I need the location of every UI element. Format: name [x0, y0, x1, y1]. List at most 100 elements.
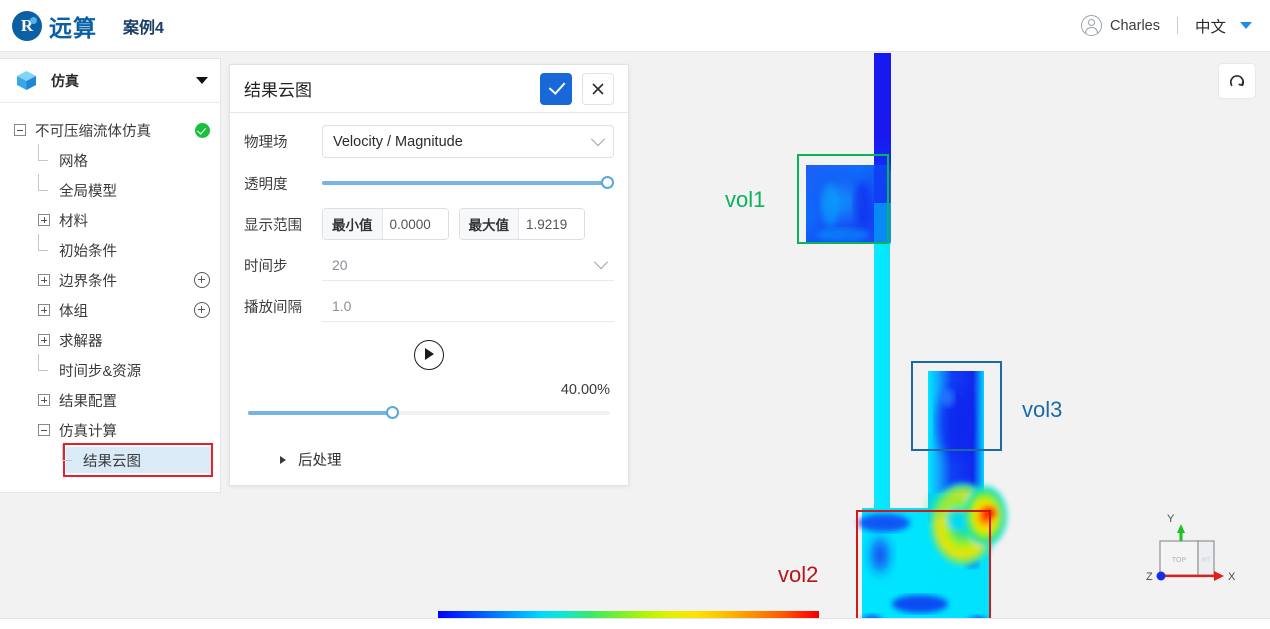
row-timestep: 时间步 20 — [244, 249, 614, 281]
logo-icon: R — [12, 10, 42, 41]
expand-toggle-icon[interactable] — [38, 214, 50, 226]
tree-item-result-config[interactable]: 结果配置 — [0, 385, 220, 415]
check-icon — [548, 77, 565, 95]
caret-down-icon[interactable] — [196, 77, 208, 84]
project-tree: 不可压缩流体仿真 网格 全局模型 材料 初始条件 边界条件 体组 求解器 时间步… — [0, 103, 220, 477]
progress-slider[interactable] — [248, 406, 610, 419]
progress-percent-row: 40.00% — [244, 382, 614, 398]
chevron-down-icon[interactable] — [590, 131, 606, 146]
tree-item-boundary-conditions[interactable]: 边界条件 — [0, 265, 220, 295]
chevron-down-icon[interactable] — [1240, 22, 1252, 29]
app-header: R 远算 案例4 Charles 中文 — [0, 0, 1270, 52]
tree-item-initial-conditions[interactable]: 初始条件 — [0, 234, 220, 265]
tree-item-label: 结果配置 — [59, 393, 117, 410]
brand-name: 远算 — [49, 14, 97, 41]
annotation-box-vol1 — [797, 154, 889, 244]
tree-item-label: 材料 — [59, 213, 88, 230]
tree-item-timestep-resources[interactable]: 时间步&资源 — [0, 354, 220, 385]
svg-text:TOP: TOP — [1172, 557, 1187, 564]
collapse-toggle-icon[interactable] — [14, 124, 26, 136]
application-window: vol1 vol3 vol2 TOP RT Z X Y R 远算 案例4 Cha… — [0, 0, 1270, 629]
progress-percent-text: 40.00% — [560, 382, 610, 398]
physical-field-value: Velocity / Magnitude — [333, 133, 463, 150]
cube-icon — [16, 70, 37, 91]
tree-branch-line — [38, 354, 50, 376]
tree-item-global-model[interactable]: 全局模型 — [0, 174, 220, 205]
tree-item-label: 体组 — [59, 303, 88, 320]
status-check-icon — [195, 122, 210, 138]
row-display-range: 显示范围 最小值 0.0000 最大值 1.9219 — [244, 208, 614, 240]
bottom-status-bar — [0, 618, 1270, 629]
min-value-group[interactable]: 最小值 0.0000 — [322, 208, 449, 240]
gizmo-y-label-text: Y — [1167, 513, 1175, 525]
axis-orientation-gizmo[interactable]: TOP RT Z X Y Y — [1132, 512, 1242, 603]
tree-item-solver[interactable]: 求解器 — [0, 325, 220, 355]
gizmo-y-label: Y — [1176, 523, 1184, 524]
tree-item-label: 时间步&资源 — [59, 363, 142, 380]
gizmo-z-label: Z — [1146, 571, 1153, 583]
play-button[interactable] — [414, 340, 444, 370]
close-button[interactable] — [582, 72, 614, 105]
postprocess-section-toggle[interactable]: 后处理 — [244, 449, 614, 470]
progress-slider-fill — [248, 411, 393, 415]
close-icon — [592, 82, 604, 95]
case-title: 案例4 — [123, 19, 164, 37]
svg-text:RT: RT — [1202, 558, 1210, 564]
postprocess-label: 后处理 — [298, 453, 342, 469]
opacity-label: 透明度 — [244, 176, 288, 193]
tree-branch-line — [38, 174, 50, 196]
tree-item-label: 求解器 — [59, 333, 103, 350]
progress-slider-handle[interactable] — [386, 406, 400, 419]
sidebar-header[interactable]: 仿真 — [0, 59, 220, 103]
reset-view-button[interactable] — [1218, 63, 1256, 99]
annotation-box-vol3 — [911, 361, 1002, 451]
physical-field-select[interactable]: Velocity / Magnitude — [322, 125, 614, 158]
expand-toggle-icon[interactable] — [38, 274, 50, 286]
tree-item-incompressible-sim[interactable]: 不可压缩流体仿真 — [0, 115, 220, 145]
colorbar-legend: 1.5e-11 3.8e-1 7.7e-1 1.2e+0 1.5e+0 1.9e… — [438, 611, 819, 618]
expand-toggle-icon[interactable] — [38, 304, 50, 316]
tree-item-simulation-run[interactable]: 仿真计算 — [0, 415, 220, 445]
opacity-slider[interactable] — [322, 176, 614, 189]
max-value-group[interactable]: 最大值 1.9219 — [458, 208, 585, 240]
panel-title: 结果云图 — [244, 81, 312, 100]
expand-toggle-icon[interactable] — [38, 334, 50, 346]
user-name[interactable]: Charles — [1110, 18, 1160, 34]
expand-toggle-icon[interactable] — [38, 394, 50, 406]
timestep-select[interactable]: 20 — [322, 250, 614, 281]
chevron-down-icon[interactable] — [593, 254, 609, 269]
collapse-toggle-icon[interactable] — [38, 424, 50, 436]
refresh-icon — [1230, 75, 1244, 87]
max-value-input[interactable]: 1.9219 — [519, 209, 584, 239]
opacity-slider-handle[interactable] — [601, 176, 614, 189]
interval-label: 播放间隔 — [244, 299, 302, 316]
annotation-label-vol3: vol3 — [1022, 397, 1063, 422]
confirm-button[interactable] — [540, 72, 572, 105]
language-selector[interactable]: 中文 — [1195, 15, 1226, 37]
max-label: 最大值 — [459, 209, 519, 239]
min-value-input[interactable]: 0.0000 — [382, 209, 448, 239]
add-boundary-condition-icon[interactable] — [194, 272, 210, 288]
interval-input[interactable]: 1.0 — [322, 291, 614, 322]
add-volume-group-icon[interactable] — [194, 302, 210, 318]
sidebar: 仿真 不可压缩流体仿真 网格 全局模型 材料 初始条件 边界条件 体组 求解器 … — [0, 58, 221, 493]
tree-item-volume-group[interactable]: 体组 — [0, 295, 220, 325]
annotation-label-vol2: vol2 — [778, 562, 819, 587]
tree-item-result-contour[interactable]: 结果云图 — [0, 443, 220, 477]
tree-item-label: 不可压缩流体仿真 — [35, 123, 151, 140]
user-circle-icon — [1081, 15, 1103, 36]
tree-branch-line — [62, 444, 74, 466]
result-contour-panel: 结果云图 物理场 Velocity / Magnitude 透明度 显示范围 最… — [229, 64, 629, 486]
tree-item-label: 仿真计算 — [59, 423, 117, 440]
row-play-interval: 播放间隔 1.0 — [244, 290, 614, 322]
brand-logo[interactable]: R 远算 — [12, 9, 97, 43]
tree-branch-line — [38, 234, 50, 256]
tree-item-mesh[interactable]: 网格 — [0, 144, 220, 175]
sidebar-title: 仿真 — [51, 72, 79, 89]
tree-item-material[interactable]: 材料 — [0, 205, 220, 235]
progress-slider-row — [244, 406, 614, 419]
timestep-value: 20 — [332, 256, 348, 273]
opacity-slider-fill — [322, 181, 608, 185]
playback-controls — [244, 340, 614, 370]
tree-item-label: 网格 — [59, 153, 88, 170]
